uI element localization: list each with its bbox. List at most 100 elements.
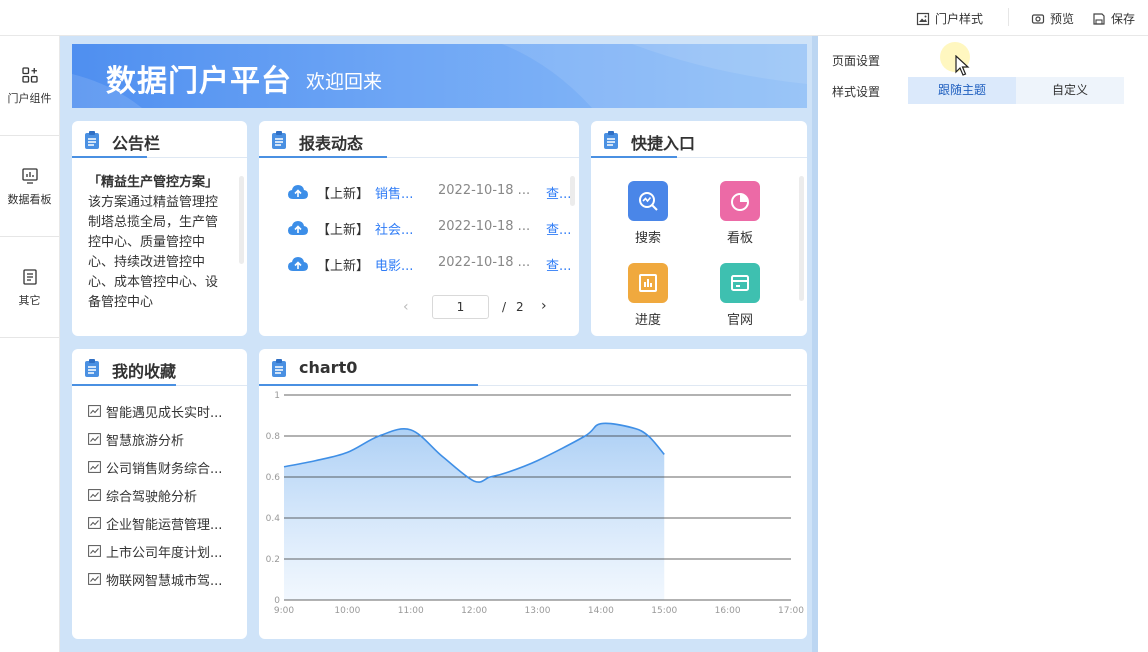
report-date: 2022-10-18 ... [438,219,531,234]
favorite-item[interactable]: 物联网智慧城市驾... [88,569,222,589]
scrollbar[interactable] [570,176,575,206]
favorite-item[interactable]: 综合驾驶舱分析 [88,485,197,505]
notice-content: 「精益生产管控方案」 该方案通过精益管理控制塔总揽全局，生产管控中心、质量管控中… [88,173,220,325]
cloud-upload-icon [288,221,308,235]
grid-plus-icon [21,66,38,83]
line-chart-icon [88,573,101,585]
sidebar-item-label: 数据看板 [7,192,52,206]
favorite-label: 公司销售财务综合... [106,461,223,477]
cloud-upload-icon [288,185,308,199]
portal-style-button[interactable]: 门户样式 [916,10,983,27]
quick-entry-label: 看板 [726,231,753,246]
bar-chart-icon [21,167,38,184]
portal-banner[interactable]: 数据门户平台 欢迎回来 [72,44,807,108]
x-tick-label: 14:00 [588,606,614,616]
document-icon [22,268,37,285]
y-tick-label: 0.6 [266,473,281,483]
quick-entry-board[interactable]: 看板 [710,181,770,246]
x-tick-label: 13:00 [525,606,551,616]
x-tick-label: 10:00 [334,606,360,616]
chart-area-fill [284,423,665,600]
scrollbar[interactable] [799,176,804,301]
sidebar-item-portal-components[interactable]: 门户组件 [0,36,59,136]
chart-card[interactable]: chart0 0 0.2 0.4 0.6 0.8 1 9:00 10:00 11:00 12:00… [259,349,807,639]
prev-page-button[interactable]: ‹ [403,299,409,315]
favorite-item[interactable]: 智能遇见成长实时... [88,401,222,421]
preview-button[interactable]: 预览 [1031,10,1074,27]
clipboard-icon [604,131,618,149]
favorite-item[interactable]: 公司销售财务综合... [88,457,222,477]
line-chart-icon [88,545,101,557]
mouse-pointer-icon [955,55,970,76]
banner-subtitle: 欢迎回来 [306,71,383,93]
quick-entry-card[interactable]: 快捷入口 搜索 看板 进度 官网 [591,121,807,336]
y-tick-label: 0.4 [266,514,281,524]
favorite-item[interactable]: 企业智能运营管理... [88,513,222,533]
sidebar-item-label: 门户组件 [7,91,52,105]
clipboard-icon [272,131,286,149]
report-row[interactable]: 【上新】 电影... 2022-10-18 ... 查... [259,251,579,277]
clipboard-icon [85,359,99,377]
page-number-input[interactable]: 1 [432,295,489,319]
banner-title: 数据门户平台 [106,64,292,99]
save-button[interactable]: 保存 [1092,10,1135,27]
report-updates-card[interactable]: 报表动态 【上新】 销售... 2022-10-18 ... 查... 【上新】… [259,121,579,336]
notice-text: 该方案通过精益管理控制塔总揽全局，生产管控中心、质量管控中心、持续改进管控中心、… [88,195,219,310]
quick-entry-progress[interactable]: 进度 [618,263,678,328]
report-view-link[interactable]: 查... [546,183,571,202]
favorite-item[interactable]: 智慧旅游分析 [88,429,184,449]
report-tag: 【上新】 [317,187,370,202]
quick-entry-website[interactable]: 官网 [710,263,770,328]
line-chart-icon [88,433,101,445]
favorite-label: 物联网智慧城市驾... [106,573,223,589]
favorite-label: 综合驾驶舱分析 [106,489,198,505]
preview-label: 预览 [1050,12,1075,26]
custom-style-option[interactable]: 自定义 [1016,77,1124,104]
cloud-upload-icon [288,257,308,271]
favorite-label: 上市公司年度计划... [106,545,223,561]
card-header-underline [72,156,147,158]
notice-card[interactable]: 公告栏 「精益生产管控方案」 该方案通过精益管理控制塔总揽全局，生产管控中心、质… [72,121,247,336]
area-chart[interactable]: 0 0.2 0.4 0.6 0.8 1 9:00 10:00 11:00 12:00 13:00 14… [259,349,807,639]
progress-bars-icon [628,263,668,303]
report-updates-title: 报表动态 [299,134,364,153]
settings-panel: 页面设置 样式设置 跟随主题 自定义 [818,36,1148,652]
quick-entry-title: 快捷入口 [631,134,696,153]
pie-chart-icon [720,181,760,221]
x-tick-label: 9:00 [274,606,294,616]
report-name-link[interactable]: 销售... [375,183,413,202]
sidebar-item-data-board[interactable]: 数据看板 [0,137,59,237]
favorite-item[interactable]: 上市公司年度计划... [88,541,222,561]
report-view-link[interactable]: 查... [546,219,571,238]
report-view-link[interactable]: 查... [546,255,571,274]
toolbar-divider [1008,8,1009,26]
favorite-label: 企业智能运营管理... [106,517,223,533]
style-settings-label: 样式设置 [832,85,881,99]
sidebar-item-other[interactable]: 其它 [0,238,59,338]
notice-heading: 「精益生产管控方案」 [88,175,219,190]
card-header-underline [259,156,387,158]
x-tick-label: 11:00 [398,606,424,616]
x-tick-label: 12:00 [461,606,487,616]
quick-entry-label: 官网 [726,313,753,328]
x-tick-label: 15:00 [651,606,677,616]
save-disk-icon [1093,12,1105,25]
report-tag: 【上新】 [317,223,370,238]
quick-entry-label: 进度 [634,313,661,328]
y-tick-label: 0.2 [266,555,280,565]
page-settings-label[interactable]: 页面设置 [832,52,880,69]
report-tag: 【上新】 [317,259,370,274]
next-page-button[interactable]: › [541,298,547,314]
report-name-link[interactable]: 社会... [375,219,413,238]
component-sidebar: 门户组件 数据看板 其它 [0,36,60,652]
favorites-card[interactable]: 我的收藏 智能遇见成长实时... 智慧旅游分析 公司销售财务综合... 综合驾驶舱分析… [72,349,247,639]
scrollbar[interactable] [239,176,244,264]
report-row[interactable]: 【上新】 销售... 2022-10-18 ... 查... [259,179,579,205]
quick-entry-search[interactable]: 搜索 [618,181,678,246]
line-chart-icon [88,461,101,473]
follow-theme-option[interactable]: 跟随主题 [908,77,1016,104]
report-name-link[interactable]: 电影... [375,255,413,274]
report-row[interactable]: 【上新】 社会... 2022-10-18 ... 查... [259,215,579,241]
save-label: 保存 [1111,12,1136,26]
favorite-label: 智慧旅游分析 [106,433,185,449]
